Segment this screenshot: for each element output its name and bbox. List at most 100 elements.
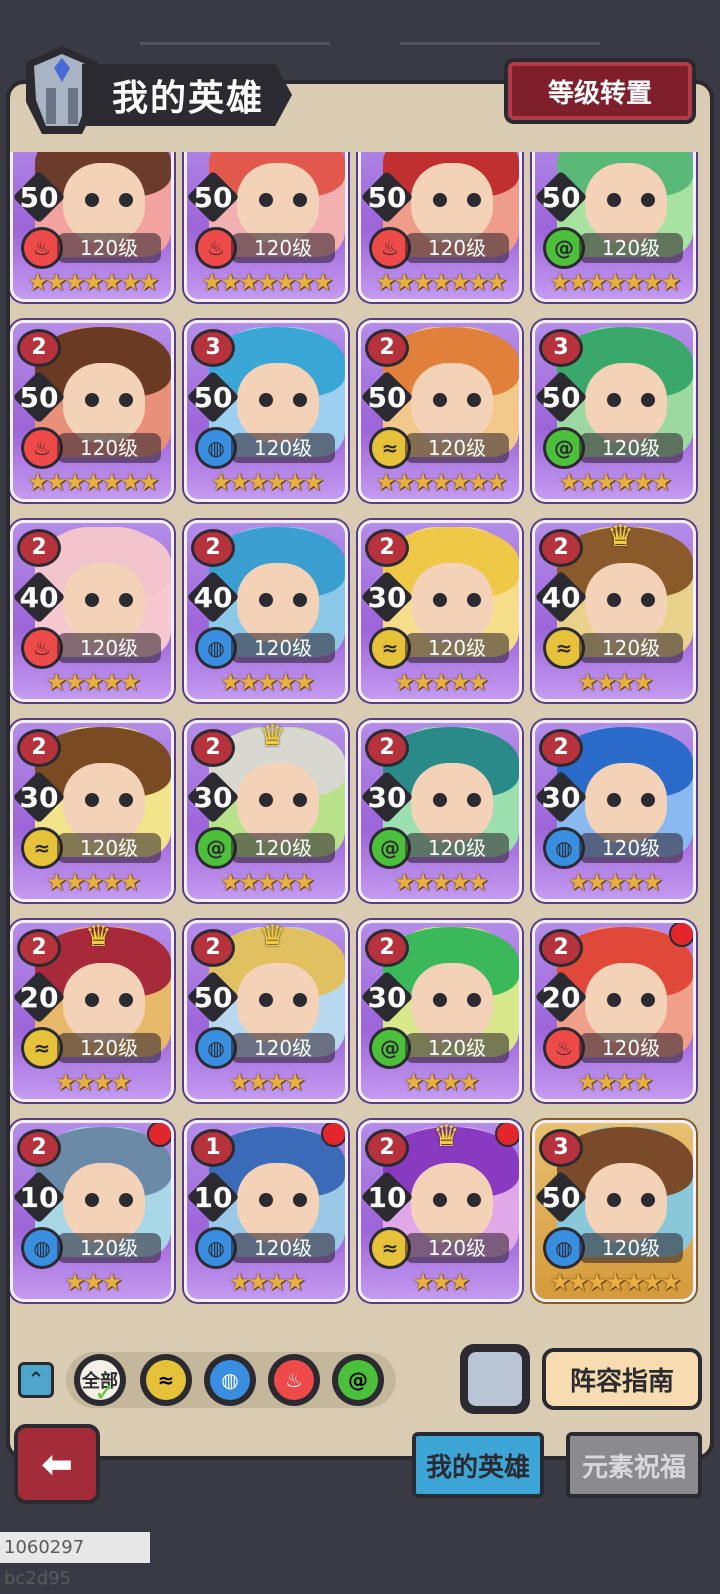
hero-stars: ★★★★★	[219, 668, 316, 696]
hero-level: 120级	[231, 233, 335, 263]
filter-earth-button[interactable]: ≈	[140, 1354, 192, 1406]
hero-stars: ★★★★	[576, 1068, 654, 1096]
hero-rank-badge: 2	[191, 929, 235, 967]
hero-stars: ★★★★★★★	[375, 468, 508, 496]
lineup-guide-button[interactable]: 阵容指南	[542, 1348, 702, 1410]
hero-stat-value: 30	[19, 781, 59, 814]
hero-rank-badge: 3	[539, 329, 583, 367]
hero-stat-value: 50	[19, 181, 59, 214]
hero-card[interactable]: 1 10 ◍ 120级 ★★★★	[184, 1120, 348, 1302]
hero-rank-badge: 2	[539, 729, 583, 767]
hero-level: 120级	[57, 233, 161, 263]
deco-line	[400, 42, 600, 45]
save-lineup-button[interactable]	[460, 1344, 530, 1414]
hero-level: 120级	[57, 1233, 161, 1263]
hero-stat-value: 30	[367, 581, 407, 614]
water-icon: ◍	[210, 1360, 250, 1400]
page-title-plate: 我的英雄	[82, 64, 292, 126]
hero-stat-value: 10	[19, 1181, 59, 1214]
hero-card[interactable]: 3 50 ◍ 120级 ★★★★★★★	[532, 1120, 696, 1302]
hero-rank-badge: 2	[191, 729, 235, 767]
hero-stars: ★★★★★	[45, 668, 142, 696]
hero-card[interactable]: ♛ 2 20 ≈120级 ★★★★	[10, 920, 174, 1102]
filter-water-button[interactable]: ◍	[204, 1354, 256, 1406]
hero-stat-value: 50	[541, 381, 581, 414]
hero-level: 120级	[579, 1033, 683, 1063]
hero-stat-value: 50	[193, 381, 233, 414]
hero-stars: ★★★★	[54, 1068, 132, 1096]
hero-rank-badge: 2	[365, 929, 409, 967]
hero-rank-badge: 2	[539, 529, 583, 567]
hero-card[interactable]: 50 ♨ 120级 ★★★★★★★	[10, 152, 174, 302]
hero-level: 120级	[405, 633, 509, 663]
hero-stat-value: 30	[367, 981, 407, 1014]
crown-icon: ♛	[259, 720, 286, 754]
hero-card[interactable]: 2 20 ♨ 120级 ★★★★	[532, 920, 696, 1102]
build-id: 1060297 bc2d95	[0, 1532, 150, 1589]
hero-card[interactable]: 2 10 ◍ 120级 ★★★	[10, 1120, 174, 1302]
level-reset-button[interactable]: 等级转置	[504, 58, 696, 124]
hero-card[interactable]: 2 50 ♨ 120级 ★★★★★★★	[10, 320, 174, 502]
hero-card[interactable]: 50 ♨ 120级 ★★★★★★★	[358, 152, 522, 302]
lineup-guide-label: 阵容指南	[569, 1366, 674, 1397]
wind-icon: @	[338, 1360, 378, 1400]
hero-rank-badge: 2	[539, 929, 583, 967]
collapse-up-button[interactable]: ⌃	[18, 1362, 54, 1398]
hero-level: 120级	[405, 233, 509, 263]
hero-stars: ★★★★★★	[558, 468, 672, 496]
hero-card[interactable]: 50 @120级 ★★★★★★★	[532, 152, 696, 302]
hero-stars: ★★★★★★★	[549, 268, 682, 296]
hero-card[interactable]: 2 40 ♨ 120级 ★★★★★	[10, 520, 174, 702]
filter-fire-button[interactable]: ♨	[268, 1354, 320, 1406]
hero-card[interactable]: 2 30 ≈120级 ★★★★★	[10, 720, 174, 902]
hero-rank-badge: 2	[17, 529, 61, 567]
hero-card[interactable]: 2 50 ≈120级 ★★★★★★★	[358, 320, 522, 502]
hero-level: 120级	[231, 433, 335, 463]
hero-rank-badge: 2	[17, 1129, 61, 1167]
tab-my-heroes[interactable]: 我的英雄	[412, 1432, 544, 1498]
hero-level: 120级	[231, 633, 335, 663]
hero-card[interactable]: 3 50 ◍ 120级 ★★★★★★	[184, 320, 348, 502]
hero-card[interactable]: ♛ 2 30 @120级 ★★★★★	[184, 720, 348, 902]
hero-level: 120级	[405, 1033, 509, 1063]
hero-card[interactable]: 2 30 @120级 ★★★★	[358, 920, 522, 1102]
hero-stars: ★★★	[412, 1268, 471, 1296]
hero-stat-value: 50	[541, 1181, 581, 1214]
hero-card[interactable]: 2 30 @120级 ★★★★★	[358, 720, 522, 902]
hero-card[interactable]: ♛ 2 10 ≈120级 ★★★	[358, 1120, 522, 1302]
hero-card[interactable]: ♛ 2 50 ◍ 120级 ★★★★	[184, 920, 348, 1102]
hero-level: 120级	[579, 233, 683, 263]
hero-card[interactable]: 50 ♨ 120级 ★★★★★★★	[184, 152, 348, 302]
hero-stars: ★★★★★	[45, 868, 142, 896]
hero-rank-badge: 3	[539, 1129, 583, 1167]
hero-card[interactable]: 2 40 ◍ 120级 ★★★★★	[184, 520, 348, 702]
crown-icon: ♛	[607, 520, 634, 554]
hero-stars: ★★★★★★★	[27, 268, 160, 296]
hero-card[interactable]: 2 30 ≈120级 ★★★★★	[358, 520, 522, 702]
hero-level: 120级	[405, 833, 509, 863]
floppy-disk-icon	[468, 1352, 522, 1406]
hero-level: 120级	[57, 1033, 161, 1063]
earth-icon: ≈	[146, 1360, 186, 1400]
page-title: 我的英雄	[112, 78, 265, 119]
hero-level: 120级	[579, 633, 683, 663]
hero-card[interactable]: 3 50 @120级 ★★★★★★	[532, 320, 696, 502]
hero-card[interactable]: 2 30 ◍ 120级 ★★★★★	[532, 720, 696, 902]
hero-grid[interactable]: 50 ♨ 120级 ★★★★★★★ 50 ♨ 120级 ★★★★★★★ 50 ♨ 120级 ★★★★★…	[10, 152, 710, 1327]
back-button[interactable]: ⬅	[14, 1424, 100, 1504]
hero-rank-badge: 2	[191, 529, 235, 567]
hero-stars: ★★★★	[576, 668, 654, 696]
hero-level: 120级	[579, 833, 683, 863]
hero-stars: ★★★★★	[393, 668, 490, 696]
hero-level: 120级	[579, 433, 683, 463]
hero-rank-badge: 2	[17, 329, 61, 367]
hero-level: 120级	[57, 633, 161, 663]
hero-level: 120级	[57, 433, 161, 463]
crown-icon: ♛	[85, 920, 112, 954]
hero-level: 120级	[231, 833, 335, 863]
filter-wind-button[interactable]: @	[332, 1354, 384, 1406]
hero-stat-value: 10	[193, 1181, 233, 1214]
hero-card[interactable]: ♛ 2 40 ≈120级 ★★★★	[532, 520, 696, 702]
hero-level: 120级	[57, 833, 161, 863]
tab-elemental-blessing[interactable]: 元素祝福	[566, 1432, 702, 1498]
